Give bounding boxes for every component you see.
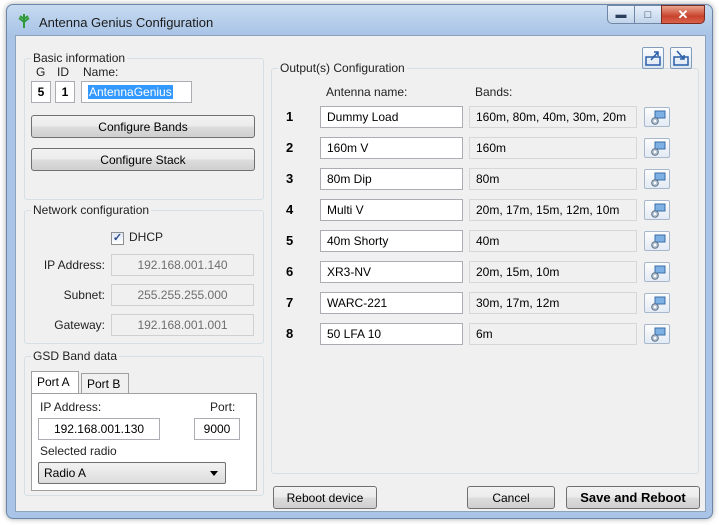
gear-settings-icon [651, 141, 666, 156]
bands-field: 6m [469, 323, 637, 345]
output-row-number: 8 [286, 326, 294, 341]
dhcp-checkbox[interactable]: ✓ [111, 232, 124, 245]
close-button[interactable]: ✕ [661, 5, 705, 24]
antenna-name-field[interactable]: Dummy Load [320, 106, 463, 128]
antenna-name-header: Antenna name: [326, 85, 408, 99]
gsd-port-label: Port: [210, 400, 236, 414]
gear-settings-icon [651, 203, 666, 218]
gear-settings-icon [651, 172, 666, 187]
gsd-group: GSD Band data Port A Port B IP Address: … [24, 349, 264, 496]
gateway-label: Gateway: [54, 318, 105, 332]
antenna-name-field[interactable]: 50 LFA 10 [320, 323, 463, 345]
gsd-ip-field[interactable]: 192.168.001.130 [38, 418, 160, 440]
bands-field: 20m, 15m, 10m [469, 261, 637, 283]
bands-field: 160m, 80m, 40m, 30m, 20m [469, 106, 637, 128]
name-field-value: AntennaGenius [88, 85, 173, 99]
configure-output-button[interactable] [644, 262, 670, 282]
gear-settings-icon [651, 327, 666, 342]
app-window: Antenna Genius Configuration ▬ □ ✕ Basic… [6, 4, 713, 519]
gear-settings-icon [651, 296, 666, 311]
configure-output-button[interactable] [644, 200, 670, 220]
configure-output-button[interactable] [644, 324, 670, 344]
bands-field: 40m [469, 230, 637, 252]
output-row-number: 4 [286, 202, 294, 217]
network-group: Network configuration ✓ DHCP IP Address:… [24, 203, 264, 344]
import-button[interactable] [670, 47, 692, 69]
bands-field: 160m [469, 137, 637, 159]
gsd-label: GSD Band data [31, 349, 120, 363]
selected-radio-dropdown[interactable]: Radio A [38, 462, 226, 484]
network-label: Network configuration [31, 203, 152, 217]
bands-field: 20m, 17m, 15m, 12m, 10m [469, 199, 637, 221]
outputs-group: Output(s) Configuration Antenna name: Ba… [271, 47, 699, 474]
subnet-label: Subnet: [63, 288, 105, 302]
subnet-field[interactable]: 255.255.255.000 [111, 284, 254, 306]
title-bar[interactable]: Antenna Genius Configuration ▬ □ ✕ [7, 5, 712, 39]
selected-radio-label: Selected radio [40, 444, 117, 458]
gsd-port-field[interactable]: 9000 [194, 418, 240, 440]
output-row-number: 2 [286, 140, 294, 155]
antenna-name-field[interactable]: 40m Shorty [320, 230, 463, 252]
antenna-name-field[interactable]: WARC-221 [320, 292, 463, 314]
configure-output-button[interactable] [644, 138, 670, 158]
dialog-client: Basic information G ID Name: 5 1 Antenna… [15, 35, 706, 512]
g-field[interactable]: 5 [31, 81, 51, 103]
bands-field: 80m [469, 168, 637, 190]
antenna-icon [18, 14, 30, 28]
configure-stack-button[interactable]: Configure Stack [31, 148, 255, 171]
selected-radio-value: Radio A [44, 466, 87, 480]
chevron-down-icon [210, 471, 218, 476]
gsd-ip-label: IP Address: [40, 400, 102, 414]
configure-bands-button[interactable]: Configure Bands [31, 115, 255, 138]
maximize-button[interactable]: □ [634, 5, 661, 24]
bands-header: Bands: [475, 85, 513, 99]
output-row-number: 5 [286, 233, 294, 248]
output-row-number: 7 [286, 295, 294, 310]
import-icon [673, 50, 689, 66]
dhcp-label: DHCP [129, 230, 164, 244]
configure-output-button[interactable] [644, 107, 670, 127]
maximize-icon: □ [644, 8, 652, 21]
minimize-button[interactable]: ▬ [607, 5, 634, 24]
tab-port-b[interactable]: Port B [81, 373, 129, 393]
basic-info-group: Basic information G ID Name: 5 1 Antenna… [24, 51, 264, 200]
gear-settings-icon [651, 234, 666, 249]
configure-output-button[interactable] [644, 231, 670, 251]
id-field[interactable]: 1 [55, 81, 75, 103]
export-button[interactable] [642, 47, 664, 69]
name-field[interactable]: AntennaGenius [81, 81, 192, 103]
gateway-field[interactable]: 192.168.001.001 [111, 314, 254, 336]
basic-info-label: Basic information [31, 51, 128, 65]
outputs-label: Output(s) Configuration [278, 61, 407, 75]
bands-field: 30m, 17m, 12m [469, 292, 637, 314]
output-row-number: 1 [286, 109, 294, 124]
antenna-name-field[interactable]: 160m V [320, 137, 463, 159]
save-and-reboot-button[interactable]: Save and Reboot [566, 486, 700, 509]
name-label: Name: [83, 65, 119, 79]
configure-output-button[interactable] [644, 169, 670, 189]
reboot-device-button[interactable]: Reboot device [273, 486, 377, 509]
output-row-number: 6 [286, 264, 294, 279]
antenna-name-field[interactable]: XR3-NV [320, 261, 463, 283]
tab-port-a[interactable]: Port A [31, 371, 79, 393]
cancel-button[interactable]: Cancel [467, 486, 555, 509]
g-label: G [36, 65, 46, 79]
export-icon [645, 51, 661, 66]
ip-address-label: IP Address: [43, 258, 105, 272]
gear-settings-icon [651, 110, 666, 125]
id-label: ID [57, 65, 69, 79]
antenna-name-field[interactable]: Multi V [320, 199, 463, 221]
output-row-number: 3 [286, 171, 294, 186]
window-title: Antenna Genius Configuration [39, 15, 214, 30]
ip-address-field[interactable]: 192.168.001.140 [111, 254, 254, 276]
antenna-name-field[interactable]: 80m Dip [320, 168, 463, 190]
configure-output-button[interactable] [644, 293, 670, 313]
minimize-icon: ▬ [615, 8, 627, 21]
port-a-panel: IP Address: Port: 192.168.001.130 9000 S… [31, 393, 257, 491]
close-icon: ✕ [677, 6, 689, 22]
gear-settings-icon [651, 265, 666, 280]
